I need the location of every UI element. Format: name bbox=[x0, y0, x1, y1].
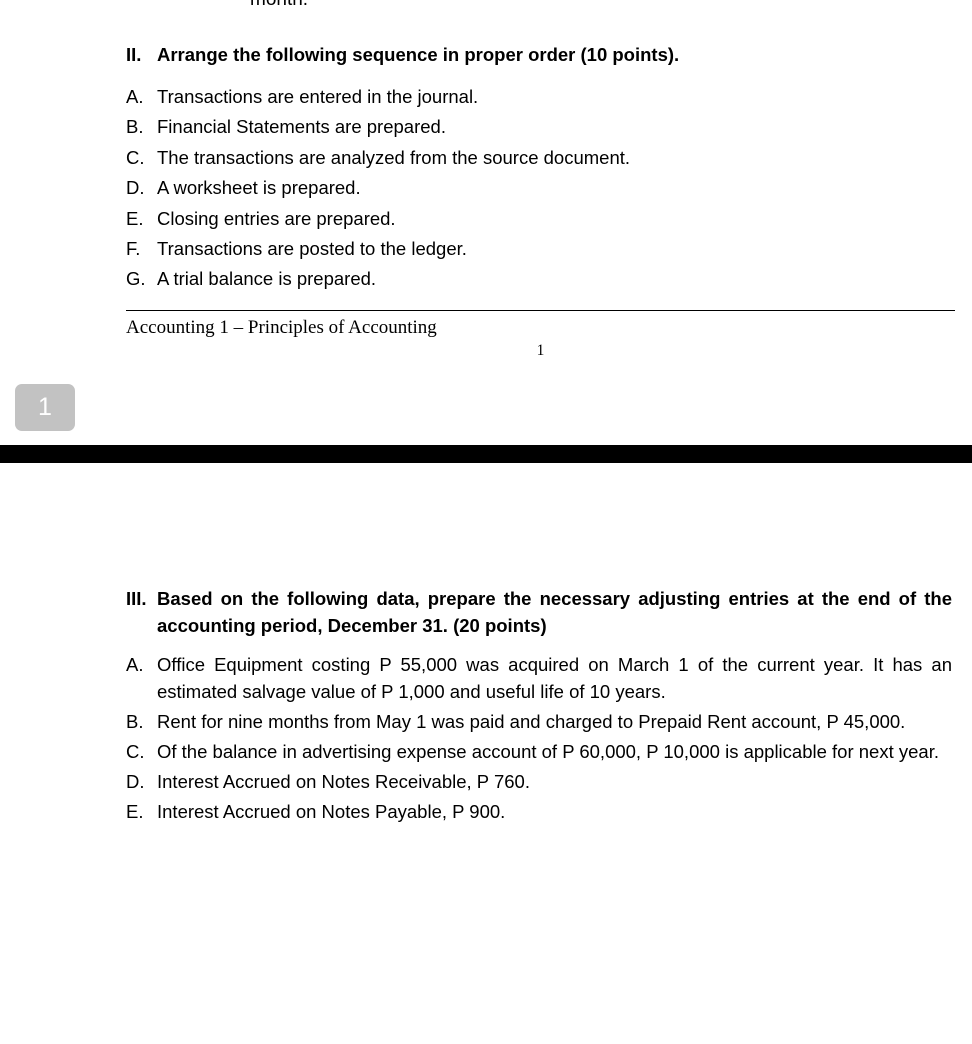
section-two-heading: II. Arrange the following sequence in pr… bbox=[126, 42, 956, 68]
list-item-text: Transactions are entered in the journal. bbox=[157, 86, 479, 107]
list-item-text: A trial balance is prepared. bbox=[157, 268, 377, 290]
list-item: E. Closing entries are prepared. bbox=[126, 204, 956, 234]
list-item: D. Interest Accrued on Notes Receivable,… bbox=[126, 768, 952, 795]
clipped-text-line: month. bbox=[250, 0, 308, 12]
page-2-content: III. Based on the following data, prepar… bbox=[126, 585, 952, 828]
list-item-marker: B. bbox=[126, 116, 144, 138]
section-two-heading-text: Arrange the following sequence in proper… bbox=[157, 44, 680, 65]
list-item-marker: D. bbox=[126, 771, 145, 792]
page-1-content: II. Arrange the following sequence in pr… bbox=[126, 42, 956, 295]
list-item-text: Interest Accrued on Notes Payable, P 900… bbox=[157, 801, 506, 822]
list-item-text: Of the balance in advertising expense ac… bbox=[157, 741, 939, 762]
list-item-text: A worksheet is prepared. bbox=[157, 177, 361, 199]
list-item-marker: E. bbox=[126, 801, 144, 822]
list-item: G. A trial balance is prepared. bbox=[126, 264, 956, 294]
list-item-marker: F. bbox=[126, 238, 141, 260]
section-three-marker: III. bbox=[126, 588, 147, 609]
list-item-marker: A. bbox=[126, 86, 144, 107]
list-item: B. Rent for nine months from May 1 was p… bbox=[126, 708, 952, 735]
document-page-1: month. II. Arrange the following sequenc… bbox=[0, 0, 972, 445]
list-item-marker: C. bbox=[126, 146, 145, 168]
footer-course-title: Accounting 1 – Principles of Accounting bbox=[126, 317, 437, 338]
list-item-text: Interest Accrued on Notes Receivable, P … bbox=[157, 771, 530, 792]
list-item: A. Transactions are entered in the journ… bbox=[126, 82, 956, 112]
list-item-text: Rent for nine months from May 1 was paid… bbox=[157, 711, 906, 732]
list-item: F. Transactions are posted to the ledger… bbox=[126, 234, 956, 264]
section-three-heading: III. Based on the following data, prepar… bbox=[126, 585, 952, 639]
list-item-marker: B. bbox=[126, 711, 144, 732]
page-number-badge: 1 bbox=[15, 384, 75, 431]
list-item-marker: D. bbox=[126, 177, 145, 199]
list-item-marker: C. bbox=[126, 741, 145, 762]
section-two-marker: II. bbox=[126, 44, 142, 65]
list-item-marker: G. bbox=[126, 268, 146, 290]
footer-page-number: 1 bbox=[536, 342, 545, 359]
section-three-item-list: A. Office Equipment costing P 55,000 was… bbox=[126, 651, 952, 825]
list-item: C. Of the balance in advertising expense… bbox=[126, 738, 952, 765]
section-two-option-list: A. Transactions are entered in the journ… bbox=[126, 82, 956, 295]
document-page-2: III. Based on the following data, prepar… bbox=[0, 463, 972, 1044]
list-item-text: Financial Statements are prepared. bbox=[157, 116, 446, 138]
list-item: A. Office Equipment costing P 55,000 was… bbox=[126, 651, 952, 705]
list-item-text: Office Equipment costing P 55,000 was ac… bbox=[157, 654, 952, 702]
list-item-marker: E. bbox=[126, 207, 144, 229]
list-item-text: Transactions are posted to the ledger. bbox=[157, 238, 467, 260]
list-item-text: Closing entries are prepared. bbox=[157, 207, 396, 229]
footer-divider bbox=[126, 310, 955, 311]
page-separator-bar bbox=[0, 445, 972, 463]
list-item-text: The transactions are analyzed from the s… bbox=[157, 146, 631, 168]
list-item: D. A worksheet is prepared. bbox=[126, 173, 956, 203]
list-item: E. Interest Accrued on Notes Payable, P … bbox=[126, 798, 952, 825]
list-item: C. The transactions are analyzed from th… bbox=[126, 143, 956, 173]
list-item-marker: A. bbox=[126, 654, 144, 675]
section-three-heading-text: Based on the following data, prepare the… bbox=[157, 588, 952, 636]
list-item: B. Financial Statements are prepared. bbox=[126, 112, 956, 142]
